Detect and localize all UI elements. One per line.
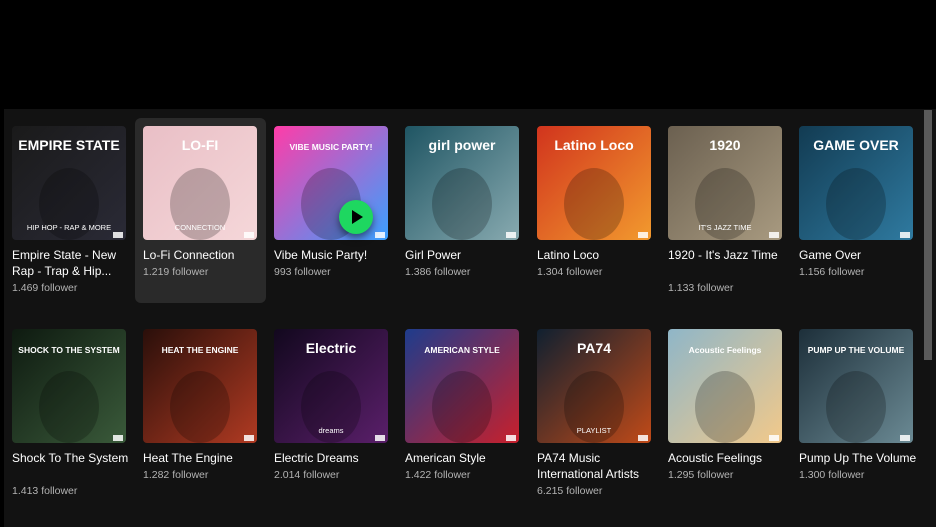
cover-title-text: LO-FI [182, 137, 219, 153]
playlist-followers: 6.215 follower [537, 485, 603, 497]
pa74-logo-icon [769, 435, 779, 441]
pa74-logo-icon [769, 232, 779, 238]
playlist-cover-image[interactable]: girl power [405, 126, 519, 240]
cover-title-text: Electric [306, 340, 357, 356]
cover-title-text: GAME OVER [813, 137, 899, 153]
playlist-card[interactable]: girl power Girl Power 1.386 follower [397, 118, 528, 303]
playlist-panel: EMPIRE STATE HIP HOP - RAP & MORE Empire S… [4, 109, 936, 527]
playlist-cover-image[interactable]: HEAT THE ENGINE [143, 329, 257, 443]
playlist-cover-image[interactable]: PA74 PLAYLIST [537, 329, 651, 443]
playlist-card[interactable]: 1920 IT'S JAZZ TIME 1920 - It's Jazz Time 1… [660, 118, 791, 303]
cover-title-text: VIBE MUSIC PARTY! [290, 142, 373, 152]
playlist-title[interactable]: 1920 - It's Jazz Time [668, 247, 788, 263]
playlist-followers: 1.295 follower [668, 469, 734, 481]
playlist-followers: 1.133 follower [668, 282, 734, 294]
playlist-title[interactable]: Game Over [799, 247, 919, 263]
playlist-followers: 1.422 follower [405, 469, 471, 481]
playlist-title[interactable]: Latino Loco [537, 247, 657, 263]
playlist-card[interactable]: LO-FI CONNECTION Lo-Fi Connection 1.219 fol… [135, 118, 266, 303]
playlist-followers: 1.413 follower [12, 485, 78, 497]
pa74-logo-icon [375, 232, 385, 238]
cover-title-text: AMERICAN STYLE [424, 345, 500, 355]
cover-subtitle-text: PLAYLIST [577, 426, 612, 435]
pa74-logo-icon [113, 232, 123, 238]
cover-title-text: Acoustic Feelings [689, 345, 762, 355]
pa74-logo-icon [638, 232, 648, 238]
playlist-title[interactable]: Acoustic Feelings [668, 450, 788, 466]
cover-subtitle-text: CONNECTION [175, 223, 225, 232]
playlist-cover-image[interactable]: SHOCK TO THE SYSTEM [12, 329, 126, 443]
cover-subtitle-text: HIP HOP - RAP & MORE [27, 223, 111, 232]
playlist-followers: 1.300 follower [799, 469, 865, 481]
playlist-card[interactable]: HEAT THE ENGINE Heat The Engine 1.282 foll… [135, 321, 266, 506]
pa74-logo-icon [900, 232, 910, 238]
playlist-title[interactable]: Lo-Fi Connection [143, 247, 263, 263]
playlist-title[interactable]: Vibe Music Party! [274, 247, 394, 263]
playlist-cover-image[interactable]: Latino Loco [537, 126, 651, 240]
cover-subtitle-text: IT'S JAZZ TIME [699, 223, 752, 232]
cover-title-text: PA74 [577, 340, 611, 356]
playlist-card[interactable]: Electric dreams Electric Dreams 2.014 follo… [266, 321, 397, 506]
playlist-followers: 1.282 follower [143, 469, 209, 481]
top-bar [0, 0, 936, 109]
playlist-cover-image[interactable]: EMPIRE STATE HIP HOP - RAP & MORE [12, 126, 126, 240]
playlist-followers: 1.219 follower [143, 266, 209, 278]
cover-title-text: SHOCK TO THE SYSTEM [18, 345, 119, 355]
cover-title-text: girl power [429, 137, 496, 153]
pa74-logo-icon [506, 232, 516, 238]
playlist-card[interactable]: Latino Loco Latino Loco 1.304 follower [529, 118, 660, 303]
playlist-card[interactable]: SHOCK TO THE SYSTEM Shock To The System 1.… [4, 321, 135, 506]
pa74-logo-icon [244, 232, 254, 238]
playlist-followers: 993 follower [274, 266, 331, 278]
playlist-cover-image[interactable]: AMERICAN STYLE [405, 329, 519, 443]
cover-subtitle-text: dreams [318, 426, 343, 435]
playlist-cover-image[interactable]: Electric dreams [274, 329, 388, 443]
playlist-cover-image[interactable]: LO-FI CONNECTION [143, 126, 257, 240]
playlist-title[interactable]: Electric Dreams [274, 450, 394, 466]
playlist-card[interactable]: Acoustic Feelings Acoustic Feelings 1.295 … [660, 321, 791, 506]
playlist-title[interactable]: Girl Power [405, 247, 525, 263]
play-button[interactable] [339, 200, 373, 234]
playlist-cover-image[interactable]: GAME OVER [799, 126, 913, 240]
playlist-followers: 1.304 follower [537, 266, 603, 278]
playlist-card[interactable]: AMERICAN STYLE American Style 1.422 follow… [397, 321, 528, 506]
pa74-logo-icon [638, 435, 648, 441]
playlist-card[interactable]: EMPIRE STATE HIP HOP - RAP & MORE Empire S… [4, 118, 135, 303]
cover-title-text: Latino Loco [554, 137, 633, 153]
playlist-card[interactable]: PA74 PLAYLIST PA74 Music International Art… [529, 321, 660, 506]
playlist-followers: 2.014 follower [274, 469, 340, 481]
playlist-title[interactable]: Empire State - New Rap - Trap & Hip... [12, 247, 132, 279]
playlist-cover-image[interactable]: 1920 IT'S JAZZ TIME [668, 126, 782, 240]
playlist-card[interactable]: VIBE MUSIC PARTY! Vibe Music Party! 993 fo… [266, 118, 397, 303]
playlist-followers: 1.386 follower [405, 266, 471, 278]
playlist-cover-image[interactable]: PUMP UP THE VOLUME [799, 329, 913, 443]
pa74-logo-icon [506, 435, 516, 441]
cover-title-text: 1920 [709, 137, 740, 153]
pa74-logo-icon [900, 435, 910, 441]
cover-title-text: PUMP UP THE VOLUME [808, 345, 905, 355]
cover-title-text: EMPIRE STATE [18, 137, 119, 153]
playlist-title[interactable]: Pump Up The Volume [799, 450, 919, 466]
pa74-logo-icon [244, 435, 254, 441]
scrollbar[interactable] [924, 110, 932, 360]
pa74-logo-icon [113, 435, 123, 441]
pa74-logo-icon [375, 435, 385, 441]
cover-title-text: HEAT THE ENGINE [162, 345, 239, 355]
playlist-card[interactable]: PUMP UP THE VOLUME Pump Up The Volume 1.30… [791, 321, 922, 506]
playlist-followers: 1.156 follower [799, 266, 865, 278]
playlist-cover-image[interactable]: Acoustic Feelings [668, 329, 782, 443]
playlist-title[interactable]: Heat The Engine [143, 450, 263, 466]
playlist-card[interactable]: GAME OVER Game Over 1.156 follower [791, 118, 922, 303]
playlist-title[interactable]: PA74 Music International Artists [537, 450, 657, 482]
playlist-title[interactable]: Shock To The System [12, 450, 132, 466]
playlist-followers: 1.469 follower [12, 282, 78, 294]
playlist-title[interactable]: American Style [405, 450, 525, 466]
